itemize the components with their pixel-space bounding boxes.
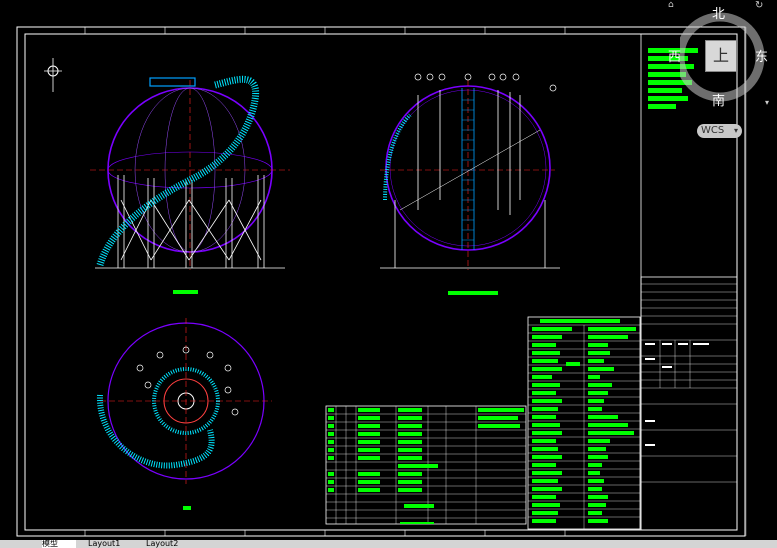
rotate-arrow-icon[interactable]: ↻ [755,0,763,11]
compass-north[interactable]: 北 [712,8,725,21]
viewcube-top-face[interactable]: 上 [705,40,737,72]
tab-layout2[interactable]: Layout2 [146,540,198,548]
drawing-canvas[interactable] [0,0,777,548]
viewcube-menu-icon[interactable]: ▾ [765,98,769,107]
wcs-label: WCS [701,125,725,136]
tab-layout1[interactable]: Layout1 [88,540,140,548]
wcs-dropdown[interactable]: WCS ▾ [697,124,742,138]
compass-south[interactable]: 南 [712,95,725,108]
chevron-down-icon: ▾ [733,126,738,135]
tab-model[interactable]: 模型 [42,540,76,548]
compass-west[interactable]: 西 [668,51,681,64]
home-icon[interactable]: ⌂ [668,0,674,10]
compass-east[interactable]: 东 [755,51,768,64]
